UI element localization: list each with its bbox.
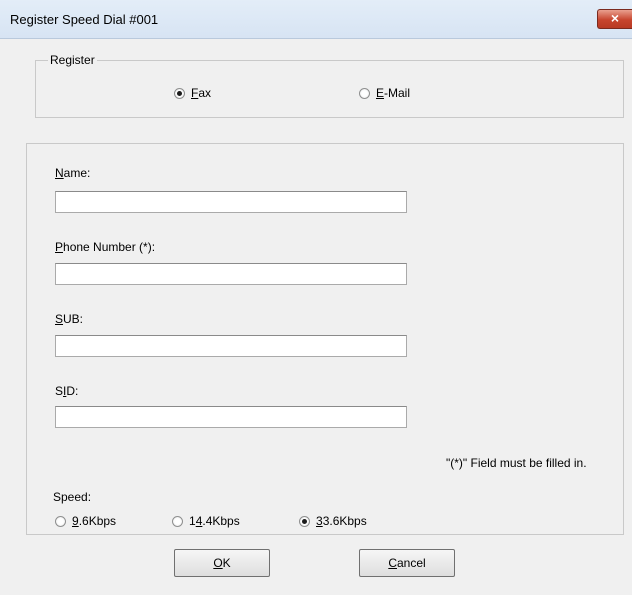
close-icon: × [610,10,620,26]
radio-speed-14400[interactable]: 14.4Kbps [172,514,240,528]
radio-speed-9600-indicator [55,515,66,527]
phone-label: Phone Number (*): [55,240,156,254]
sub-label: SUB: [55,312,84,326]
radio-speed-14400-label: 14.4Kbps [189,514,240,528]
register-legend: Register [48,53,97,67]
required-note: "(*)" Field must be filled in. [446,456,587,470]
radio-fax-indicator [174,87,185,99]
radio-speed-33600[interactable]: 33.6Kbps [299,514,367,528]
name-label: Name: [55,166,91,180]
radio-fax-label: Fax [191,86,212,100]
name-field[interactable] [55,191,407,213]
radio-speed-33600-label: 33.6Kbps [316,514,367,528]
cancel-button[interactable]: Cancel [359,549,455,577]
title-bar: Register Speed Dial #001 × [0,0,632,39]
close-button[interactable]: × [597,9,632,29]
sid-label: SID: [55,384,79,398]
window-title: Register Speed Dial #001 [10,12,159,27]
register-group: Register [35,53,624,118]
sub-field[interactable] [55,335,407,357]
ok-button[interactable]: OK [174,549,270,577]
radio-email-label: E-Mail [376,86,411,100]
radio-email[interactable]: E-Mail [359,86,410,100]
radio-email-indicator [359,87,370,99]
radio-speed-9600[interactable]: 9.6Kbps [55,514,116,528]
speed-label: Speed: [53,490,92,504]
radio-fax[interactable]: Fax [174,86,211,100]
phone-field[interactable] [55,263,407,285]
sid-field[interactable] [55,406,407,428]
radio-speed-9600-label: 9.6Kbps [72,514,117,528]
radio-speed-14400-indicator [172,515,183,527]
radio-speed-33600-indicator [299,515,310,527]
